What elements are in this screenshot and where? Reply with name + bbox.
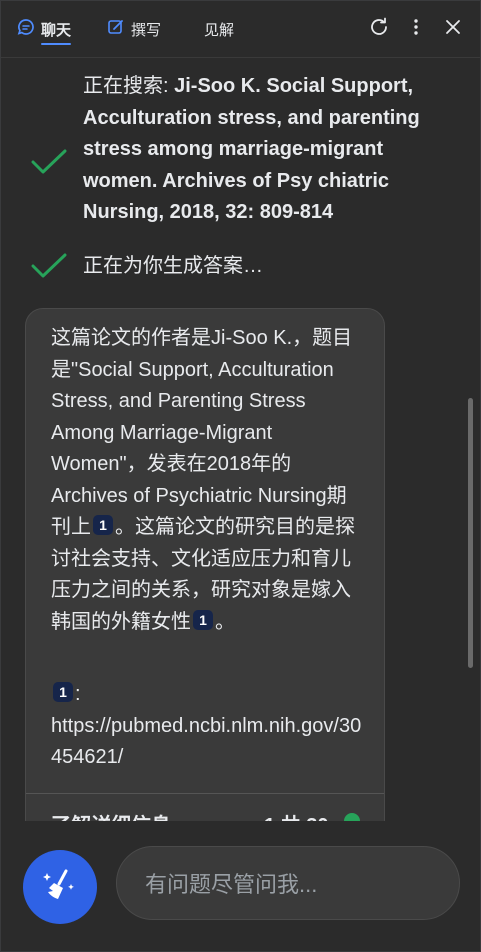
page-counter: 1 共 30 — [264, 809, 328, 821]
tab-chat[interactable]: 聊天 — [17, 17, 72, 45]
edit-icon — [107, 18, 125, 40]
answer-paragraph-1: 这篇论文的作者是Ji-Soo K.，题目是"Social Support, Ac… — [51, 327, 353, 538]
learn-more-label: 了解详细信息: — [51, 809, 178, 821]
citation-badge[interactable]: 1 — [93, 515, 113, 535]
close-button[interactable] — [441, 17, 465, 41]
chat-input[interactable]: 有问题尽管问我... — [116, 846, 460, 920]
search-query: Ji-Soo K. Social Support, Acculturation … — [83, 75, 420, 223]
chat-scrollbar[interactable] — [468, 398, 473, 668]
reference-separator: : — [75, 683, 81, 705]
answer-paragraph-3: 。 — [215, 610, 235, 633]
more-options-button[interactable] — [404, 17, 428, 41]
active-tab-indicator — [41, 43, 71, 45]
tab-compose-label: 撰写 — [131, 21, 162, 39]
refresh-icon — [368, 16, 390, 43]
tab-chat-label: 聊天 — [41, 21, 72, 39]
checkmark-icon — [31, 253, 67, 284]
citation-badge[interactable]: 1 — [193, 609, 213, 630]
broom-sparkle-icon — [42, 867, 78, 908]
reference-number-badge: 1 — [53, 682, 73, 702]
search-prefix: 正在搜索: — [83, 75, 175, 97]
composer-bar: 有问题尽管问我... — [1, 821, 480, 951]
new-topic-button[interactable] — [23, 850, 97, 924]
reference-link[interactable]: https://pubmed.ncbi.nlm.nih.gov/30454621… — [51, 715, 361, 769]
chat-bubble-icon — [17, 18, 35, 40]
header-bar: 聊天 撰写 见解 — [1, 1, 480, 58]
checkmark-icon — [31, 149, 67, 180]
answer-text: 这篇论文的作者是Ji-Soo K.，题目是"Social Support, Ac… — [51, 323, 366, 638]
reference: 1: https://pubmed.ncbi.nlm.nih.gov/304546… — [51, 679, 371, 774]
chat-input-placeholder: 有问题尽管问我... — [145, 872, 318, 897]
divider — [26, 793, 384, 794]
close-icon — [444, 18, 462, 41]
tab-insights[interactable]: 见解 — [204, 17, 234, 41]
more-icon — [413, 17, 419, 42]
chat-area[interactable]: 正在搜索: Ji-Soo K. Social Support, Accultur… — [1, 58, 480, 821]
status-dot-icon — [344, 813, 360, 821]
search-step-text: 正在搜索: Ji-Soo K. Social Support, Accultur… — [83, 71, 438, 229]
refresh-button[interactable] — [367, 17, 391, 41]
answer-bubble: 这篇论文的作者是Ji-Soo K.，题目是"Social Support, Ac… — [25, 308, 385, 821]
copilot-panel: 聊天 撰写 见解 正在搜索: Ji-Soo K. Social Support,… — [0, 0, 481, 952]
generating-step-text: 正在为你生成答案… — [83, 255, 263, 277]
tab-compose[interactable]: 撰写 — [107, 17, 161, 41]
tab-insights-label: 见解 — [204, 21, 235, 39]
